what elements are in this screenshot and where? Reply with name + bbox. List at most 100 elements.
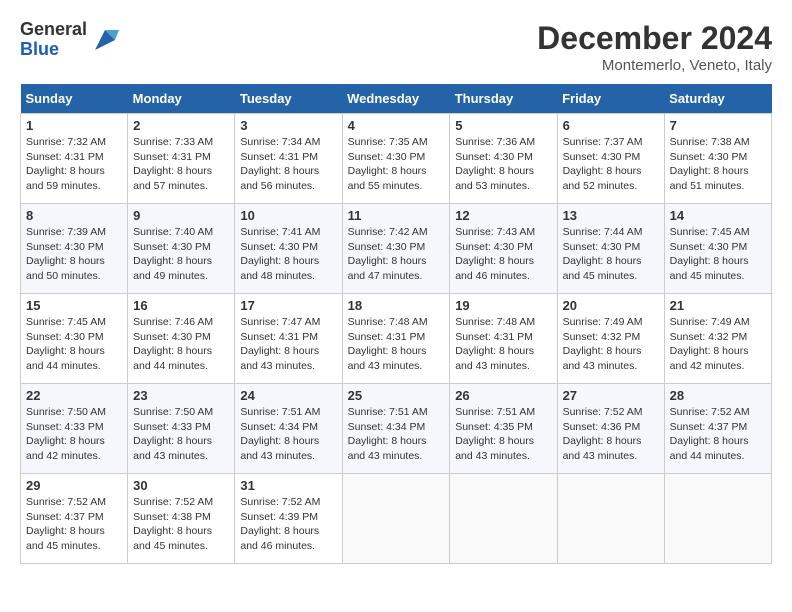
calendar-day-cell: 10 Sunrise: 7:41 AMSunset: 4:30 PMDayligh…	[235, 204, 342, 294]
day-number: 10	[240, 208, 336, 223]
calendar-day-cell: 27Sunrise: 7:52 AMSunset: 4:36 PMDayligh…	[557, 384, 664, 474]
day-info: Sunrise: 7:36 AMSunset: 4:30 PMDaylight:…	[455, 135, 551, 194]
calendar-day-cell	[450, 474, 557, 564]
day-info: Sunrise: 7:35 AMSunset: 4:30 PMDaylight:…	[348, 135, 445, 194]
day-of-week-header: Tuesday	[235, 84, 342, 114]
day-info: Sunrise: 7:45 AMSunset: 4:30 PMDaylight:…	[670, 225, 766, 284]
day-number: 29	[26, 478, 122, 493]
day-number: 20	[563, 298, 659, 313]
calendar-day-cell: 25 Sunrise: 7:51 AMSunset: 4:34 PMDayligh…	[342, 384, 450, 474]
calendar-day-cell: 23 Sunrise: 7:50 AMSunset: 4:33 PMDayligh…	[128, 384, 235, 474]
day-number: 22	[26, 388, 122, 403]
day-info: Sunrise: 7:48 AMSunset: 4:31 PMDaylight:…	[455, 315, 551, 374]
day-of-week-header: Friday	[557, 84, 664, 114]
day-number: 24	[240, 388, 336, 403]
calendar-day-cell: 31Sunrise: 7:52 AMSunset: 4:39 PMDayligh…	[235, 474, 342, 564]
calendar-week-row: 29 Sunrise: 7:52 AMSunset: 4:37 PMDayligh…	[21, 474, 772, 564]
calendar-week-row: 22 Sunrise: 7:50 AMSunset: 4:33 PMDayligh…	[21, 384, 772, 474]
calendar-day-cell	[342, 474, 450, 564]
day-number: 6	[563, 118, 659, 133]
day-info: Sunrise: 7:52 AMSunset: 4:39 PMDaylight:…	[240, 495, 336, 554]
day-number: 9	[133, 208, 229, 223]
day-info: Sunrise: 7:41 AMSunset: 4:30 PMDaylight:…	[240, 225, 336, 284]
day-number: 12	[455, 208, 551, 223]
calendar-week-row: 8 Sunrise: 7:39 AMSunset: 4:30 PMDaylight…	[21, 204, 772, 294]
calendar-day-cell: 22 Sunrise: 7:50 AMSunset: 4:33 PMDayligh…	[21, 384, 128, 474]
day-of-week-header: Wednesday	[342, 84, 450, 114]
day-number: 27	[563, 388, 659, 403]
day-number: 15	[26, 298, 122, 313]
day-number: 26	[455, 388, 551, 403]
day-info: Sunrise: 7:48 AMSunset: 4:31 PMDaylight:…	[348, 315, 445, 374]
day-info: Sunrise: 7:43 AMSunset: 4:30 PMDaylight:…	[455, 225, 551, 284]
day-info: Sunrise: 7:52 AMSunset: 4:37 PMDaylight:…	[26, 495, 122, 554]
calendar-day-cell: 12 Sunrise: 7:43 AMSunset: 4:30 PMDayligh…	[450, 204, 557, 294]
page-header: General Blue December 2024 Montemerlo, V…	[20, 20, 772, 74]
calendar-table: SundayMondayTuesdayWednesdayThursdayFrid…	[20, 84, 772, 564]
day-number: 3	[240, 118, 336, 133]
calendar-week-row: 15Sunrise: 7:45 AMSunset: 4:30 PMDayligh…	[21, 294, 772, 384]
day-number: 7	[670, 118, 766, 133]
day-number: 28	[670, 388, 766, 403]
day-number: 21	[670, 298, 766, 313]
day-info: Sunrise: 7:52 AMSunset: 4:38 PMDaylight:…	[133, 495, 229, 554]
day-info: Sunrise: 7:32 AMSunset: 4:31 PMDaylight:…	[26, 135, 122, 194]
calendar-day-cell: 13Sunrise: 7:44 AMSunset: 4:30 PMDayligh…	[557, 204, 664, 294]
calendar-day-cell: 8 Sunrise: 7:39 AMSunset: 4:30 PMDaylight…	[21, 204, 128, 294]
calendar-day-cell: 11Sunrise: 7:42 AMSunset: 4:30 PMDayligh…	[342, 204, 450, 294]
day-number: 1	[26, 118, 122, 133]
day-info: Sunrise: 7:51 AMSunset: 4:35 PMDaylight:…	[455, 405, 551, 464]
calendar-day-cell: 5 Sunrise: 7:36 AMSunset: 4:30 PMDaylight…	[450, 114, 557, 204]
calendar-day-cell: 18 Sunrise: 7:48 AMSunset: 4:31 PMDayligh…	[342, 294, 450, 384]
calendar-header-row: SundayMondayTuesdayWednesdayThursdayFrid…	[21, 84, 772, 114]
day-number: 14	[670, 208, 766, 223]
day-number: 25	[348, 388, 445, 403]
calendar-day-cell: 15Sunrise: 7:45 AMSunset: 4:30 PMDayligh…	[21, 294, 128, 384]
location: Montemerlo, Veneto, Italy	[537, 57, 772, 74]
day-info: Sunrise: 7:37 AMSunset: 4:30 PMDaylight:…	[563, 135, 659, 194]
day-info: Sunrise: 7:49 AMSunset: 4:32 PMDaylight:…	[670, 315, 766, 374]
calendar-day-cell: 17Sunrise: 7:47 AMSunset: 4:31 PMDayligh…	[235, 294, 342, 384]
calendar-day-cell: 6 Sunrise: 7:37 AMSunset: 4:30 PMDaylight…	[557, 114, 664, 204]
calendar-day-cell: 28 Sunrise: 7:52 AMSunset: 4:37 PMDayligh…	[664, 384, 771, 474]
day-of-week-header: Monday	[128, 84, 235, 114]
day-info: Sunrise: 7:50 AMSunset: 4:33 PMDaylight:…	[133, 405, 229, 464]
calendar-day-cell: 9 Sunrise: 7:40 AMSunset: 4:30 PMDaylight…	[128, 204, 235, 294]
day-info: Sunrise: 7:47 AMSunset: 4:31 PMDaylight:…	[240, 315, 336, 374]
logo-general-text: General	[20, 20, 87, 40]
day-info: Sunrise: 7:33 AMSunset: 4:31 PMDaylight:…	[133, 135, 229, 194]
day-info: Sunrise: 7:40 AMSunset: 4:30 PMDaylight:…	[133, 225, 229, 284]
day-info: Sunrise: 7:49 AMSunset: 4:32 PMDaylight:…	[563, 315, 659, 374]
day-number: 8	[26, 208, 122, 223]
logo-blue-text: Blue	[20, 40, 87, 60]
calendar-week-row: 1 Sunrise: 7:32 AMSunset: 4:31 PMDaylight…	[21, 114, 772, 204]
day-info: Sunrise: 7:42 AMSunset: 4:30 PMDaylight:…	[348, 225, 445, 284]
day-info: Sunrise: 7:51 AMSunset: 4:34 PMDaylight:…	[348, 405, 445, 464]
day-info: Sunrise: 7:39 AMSunset: 4:30 PMDaylight:…	[26, 225, 122, 284]
calendar-day-cell	[664, 474, 771, 564]
logo: General Blue	[20, 20, 119, 60]
day-number: 30	[133, 478, 229, 493]
calendar-day-cell: 30 Sunrise: 7:52 AMSunset: 4:38 PMDayligh…	[128, 474, 235, 564]
day-number: 2	[133, 118, 229, 133]
day-info: Sunrise: 7:50 AMSunset: 4:33 PMDaylight:…	[26, 405, 122, 464]
day-of-week-header: Saturday	[664, 84, 771, 114]
day-info: Sunrise: 7:44 AMSunset: 4:30 PMDaylight:…	[563, 225, 659, 284]
calendar-day-cell	[557, 474, 664, 564]
day-number: 4	[348, 118, 445, 133]
calendar-day-cell: 20 Sunrise: 7:49 AMSunset: 4:32 PMDayligh…	[557, 294, 664, 384]
month-title: December 2024	[537, 20, 772, 57]
calendar-day-cell: 29 Sunrise: 7:52 AMSunset: 4:37 PMDayligh…	[21, 474, 128, 564]
calendar-day-cell: 26 Sunrise: 7:51 AMSunset: 4:35 PMDayligh…	[450, 384, 557, 474]
day-of-week-header: Thursday	[450, 84, 557, 114]
calendar-day-cell: 24Sunrise: 7:51 AMSunset: 4:34 PMDayligh…	[235, 384, 342, 474]
day-info: Sunrise: 7:52 AMSunset: 4:37 PMDaylight:…	[670, 405, 766, 464]
day-number: 19	[455, 298, 551, 313]
day-info: Sunrise: 7:46 AMSunset: 4:30 PMDaylight:…	[133, 315, 229, 374]
calendar-day-cell: 14 Sunrise: 7:45 AMSunset: 4:30 PMDayligh…	[664, 204, 771, 294]
day-number: 5	[455, 118, 551, 133]
calendar-day-cell: 2 Sunrise: 7:33 AMSunset: 4:31 PMDaylight…	[128, 114, 235, 204]
day-number: 23	[133, 388, 229, 403]
day-number: 18	[348, 298, 445, 313]
calendar-day-cell: 21 Sunrise: 7:49 AMSunset: 4:32 PMDayligh…	[664, 294, 771, 384]
